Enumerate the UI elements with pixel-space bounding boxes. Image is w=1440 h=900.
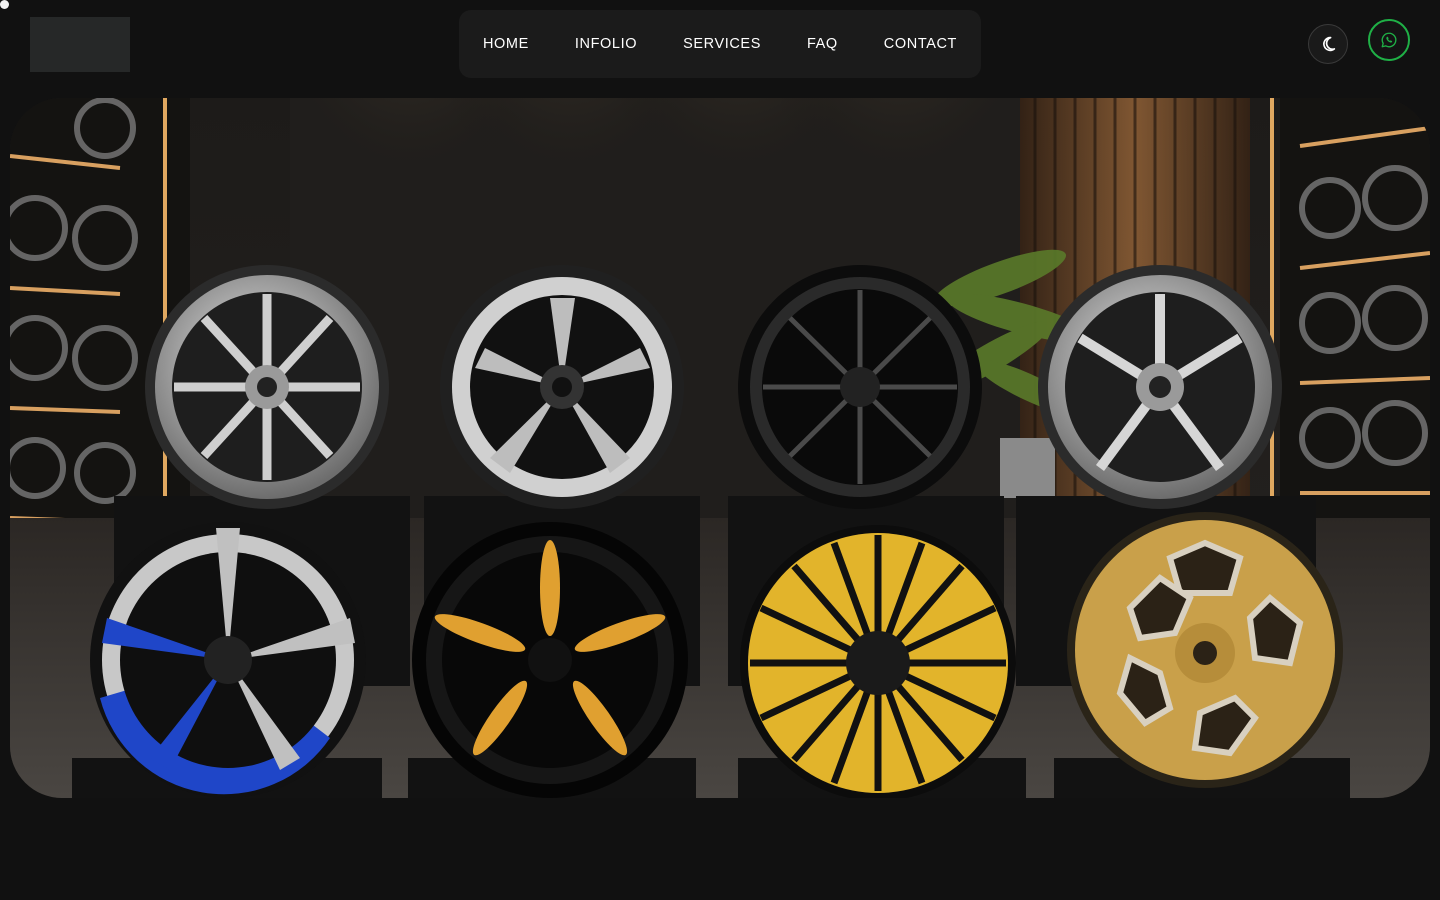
wheel-yellow [740,525,1016,798]
whatsapp-icon [1381,32,1397,48]
nav-services[interactable]: SERVICES [660,36,784,52]
nav-home[interactable]: HOME [460,36,552,52]
whatsapp-button[interactable] [1368,19,1410,61]
nav-contact[interactable]: CONTACT [861,36,980,52]
wheel-blue-distressed [90,522,366,798]
wheel-silver-2 [1038,265,1282,509]
moon-icon [1323,36,1336,52]
main-nav: HOME INFOLIO SERVICES FAQ CONTACT [459,10,981,78]
wheel-silver-1 [145,265,389,509]
wheel-black-gloss [738,265,982,509]
nav-infolio[interactable]: INFOLIO [552,36,660,52]
theme-toggle-button[interactable] [1308,24,1348,64]
cursor-dot [0,0,9,9]
logo[interactable] [30,17,130,72]
hero-image [10,98,1430,798]
wheel-black-machined [440,265,684,509]
wheel-gold [1067,512,1343,788]
wheels-showroom-illustration [10,98,1430,798]
wheel-flame [412,522,688,798]
nav-faq[interactable]: FAQ [784,36,861,52]
